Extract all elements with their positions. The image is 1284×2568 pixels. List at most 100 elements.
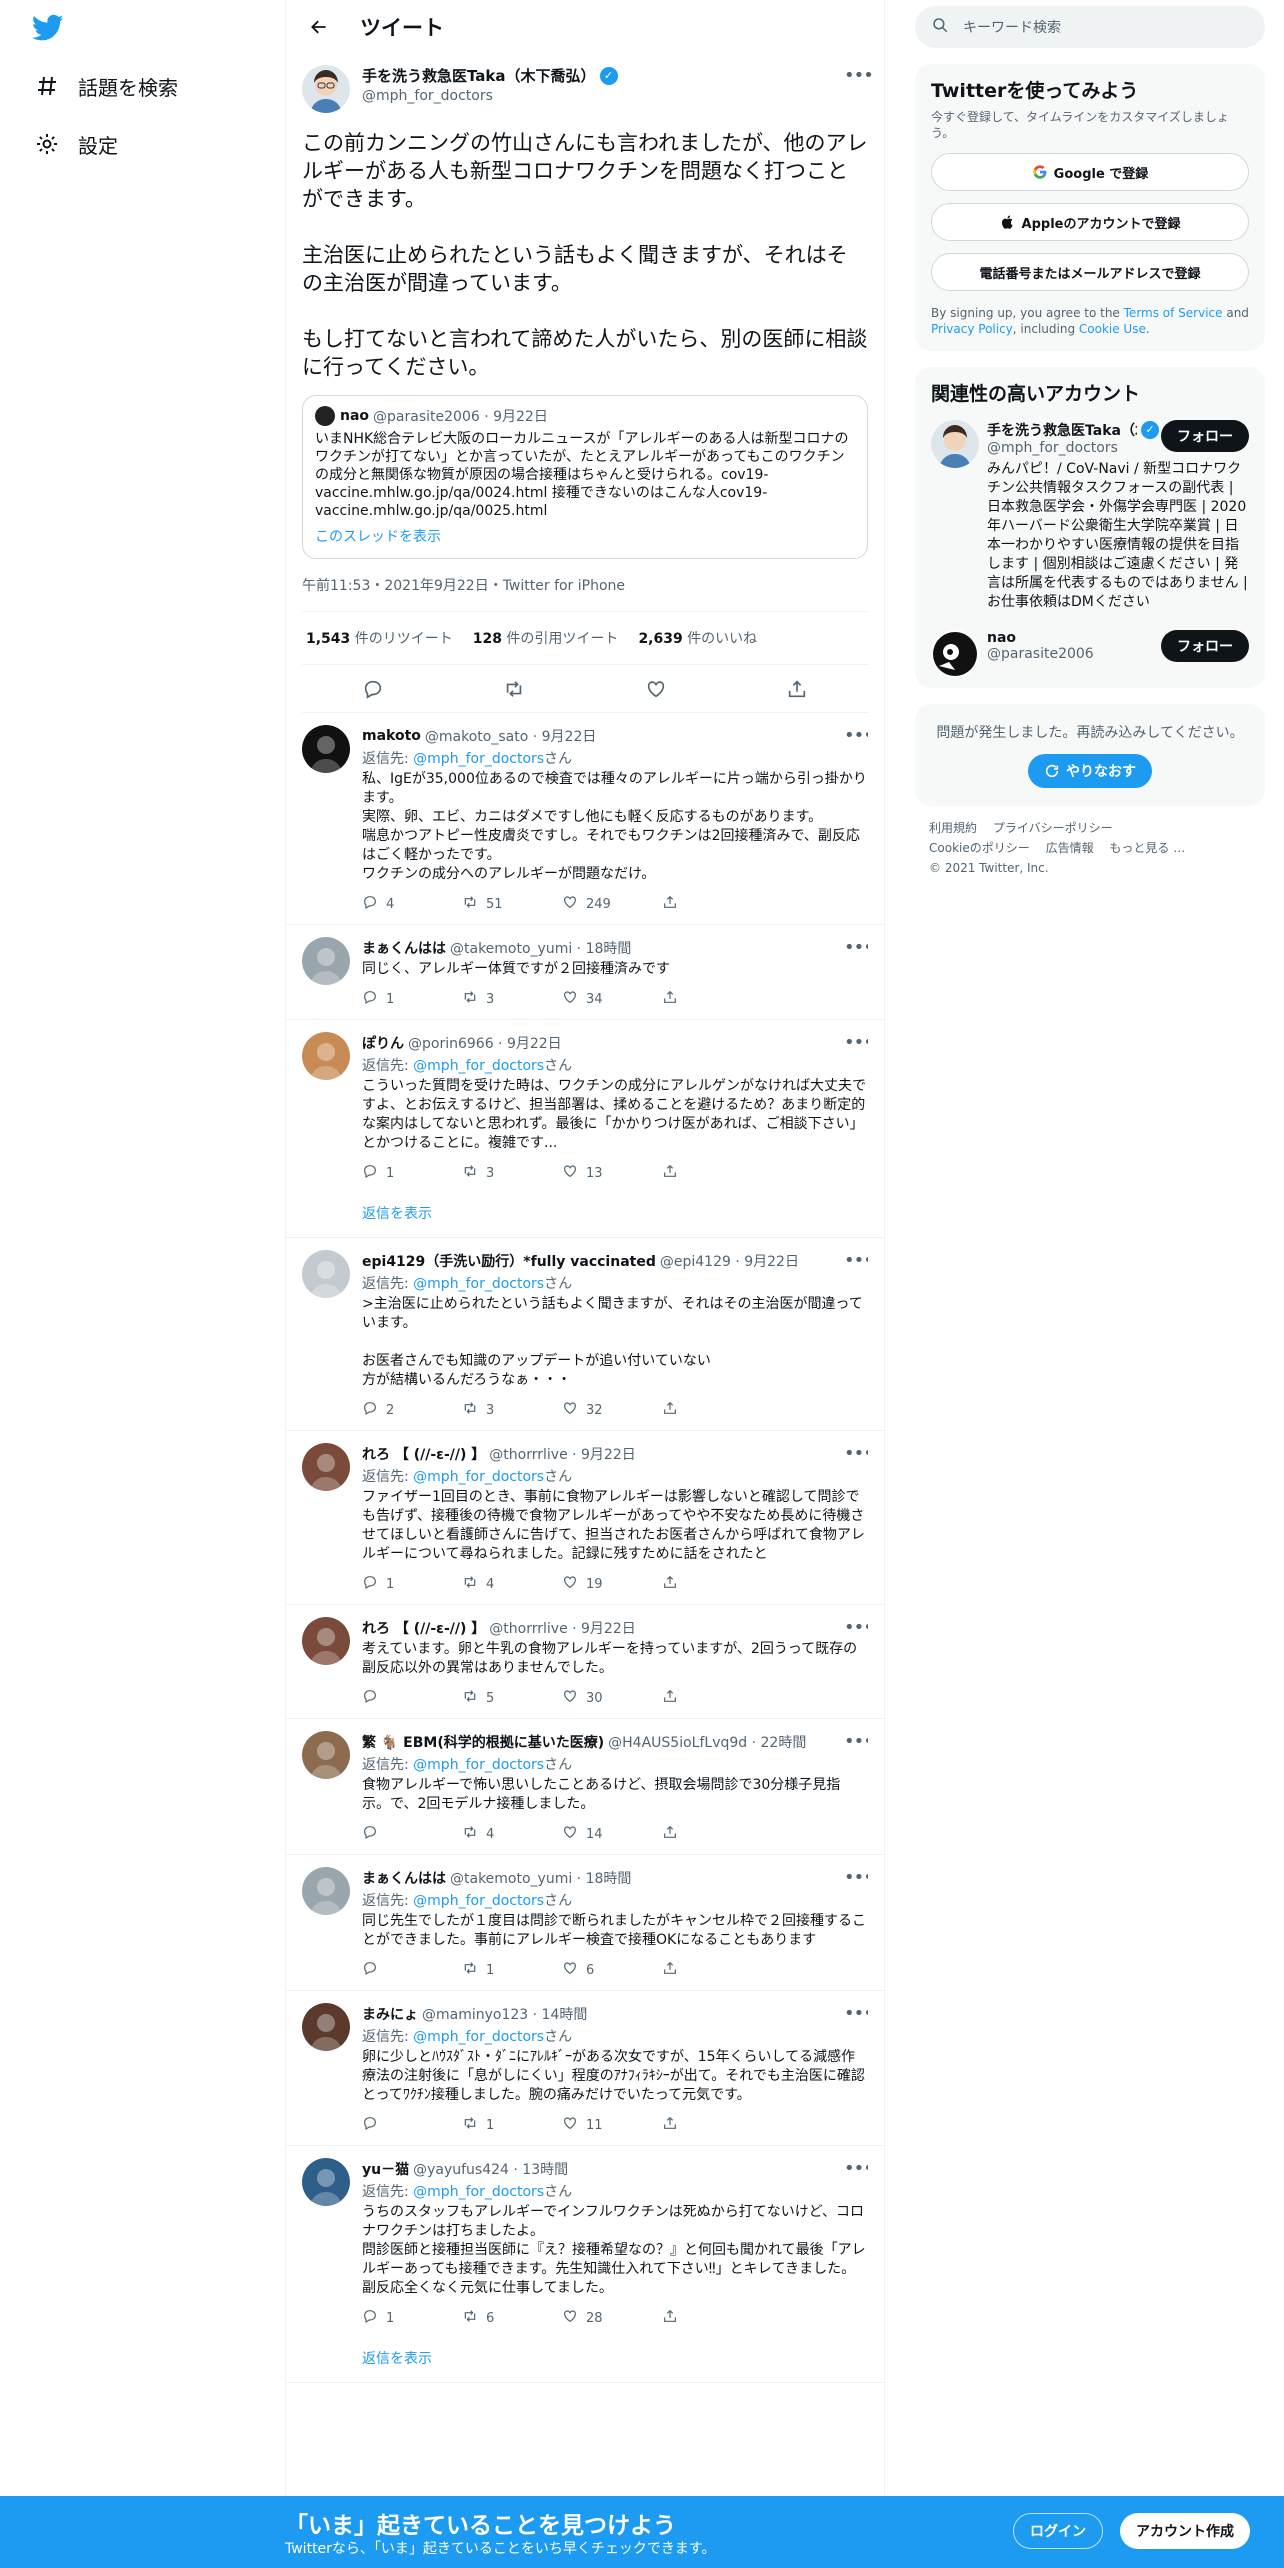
reply-to-handle[interactable]: @mph_for_doctors [413, 751, 544, 767]
heart-icon[interactable] [645, 678, 667, 700]
back-arrow-icon[interactable] [302, 10, 336, 44]
like-button[interactable]: 13 [562, 1163, 662, 1183]
like-button[interactable]: 14 [562, 1824, 662, 1844]
show-replies-link[interactable]: 返信を表示 [286, 2338, 884, 2383]
more-options-icon[interactable]: ••• [844, 1617, 868, 1638]
share-icon[interactable] [786, 678, 808, 700]
reply-icon[interactable] [362, 678, 384, 700]
account-item[interactable]: nao @parasite2006 フォロー [931, 630, 1249, 678]
like-button[interactable]: 34 [562, 989, 662, 1009]
reply-author-name[interactable]: まみにょ [362, 2004, 418, 2024]
reply-author-name[interactable]: makoto [362, 728, 421, 744]
like-count[interactable]: 2,639 件のいいね [638, 628, 757, 648]
reply-tweet[interactable]: ぽりん@porin6966 · 9月22日•••返信先: @mph_for_do… [286, 1020, 884, 1193]
reply-author-name[interactable]: れろ 【 (//-ε-//) 】 [362, 1618, 485, 1638]
reply-tweet[interactable]: まぁくんはは@takemoto_yumi · 18時間 ••• 同じく、アレルギー体… [286, 925, 884, 1020]
cookie-use-link[interactable]: Cookie Use [1079, 322, 1146, 336]
reply-to-handle[interactable]: @mph_for_doctors [413, 1757, 544, 1773]
retweet-count[interactable]: 1,543 件のリツイート [306, 628, 453, 648]
quoted-tweet[interactable]: nao @parasite2006 · 9月22日 いまNHK総合テレビ大阪のロ… [302, 395, 868, 559]
share-button[interactable] [662, 1960, 762, 1980]
avatar[interactable] [302, 1617, 350, 1665]
reply-tweet[interactable]: れろ 【 (//-ε-//) 】@thorrrlive · 9月22日•••返信… [286, 1431, 884, 1605]
footer-link[interactable]: 広告情報 [1046, 841, 1094, 855]
avatar[interactable] [302, 65, 350, 113]
like-button[interactable]: 19 [562, 1574, 662, 1594]
footer-link[interactable]: 利用規約 [929, 821, 977, 835]
like-button[interactable]: 6 [562, 1960, 662, 1980]
reply-button[interactable]: 2 [362, 1400, 462, 1420]
more-options-icon[interactable]: ••• [844, 2158, 868, 2179]
share-button[interactable] [662, 2308, 762, 2328]
reply-author-name[interactable]: まぁくんはは [362, 938, 446, 958]
like-button[interactable]: 249 [562, 894, 662, 914]
more-options-icon[interactable]: ••• [844, 1867, 868, 1888]
share-button[interactable] [662, 894, 762, 914]
reply-to-handle[interactable]: @mph_for_doctors [413, 1893, 544, 1909]
avatar[interactable] [302, 1867, 350, 1915]
more-options-icon[interactable]: ••• [844, 725, 868, 746]
retweet-button[interactable]: 3 [462, 989, 562, 1009]
privacy-policy-link[interactable]: Privacy Policy [931, 322, 1013, 336]
retweet-button[interactable]: 3 [462, 1400, 562, 1420]
avatar[interactable] [302, 725, 350, 773]
reply-to-handle[interactable]: @mph_for_doctors [413, 1276, 544, 1292]
google-signup-button[interactable]: Google で登録 [931, 153, 1249, 191]
reply-author-name[interactable]: epi4129（手洗い励行）*fully vaccinated [362, 1251, 656, 1271]
reply-tweet[interactable]: れろ 【 (//-ε-//) 】@thorrrlive · 9月22日 ••• 考え… [286, 1605, 884, 1719]
search-box[interactable]: キーワード検索 [915, 6, 1265, 48]
retweet-button[interactable]: 4 [462, 1574, 562, 1594]
follow-button[interactable]: フォロー [1161, 420, 1249, 452]
author-name[interactable]: 手を洗う救急医Taka（木下喬弘） [362, 65, 596, 86]
reply-author-name[interactable]: ぽりん [362, 1033, 404, 1053]
reply-tweet[interactable]: まぁくんはは@takemoto_yumi · 18時間•••返信先: @mph_… [286, 1855, 884, 1991]
footer-link[interactable]: Cookieのポリシー [929, 841, 1030, 855]
retweet-button[interactable]: 1 [462, 1960, 562, 1980]
author-handle[interactable]: @mph_for_doctors [362, 88, 844, 104]
reply-author-name[interactable]: まぁくんはは [362, 1868, 446, 1888]
more-options-icon[interactable]: ••• [844, 1731, 868, 1752]
avatar[interactable] [302, 1443, 350, 1491]
like-button[interactable]: 28 [562, 2308, 662, 2328]
more-options-icon[interactable]: ••• [844, 1250, 868, 1271]
reply-tweet[interactable]: 繁 🐐 EBM(科学的根拠に基いた医療) @H4AUS5ioLfLvq9d · 2… [286, 1719, 884, 1855]
reply-to-handle[interactable]: @mph_for_doctors [413, 1058, 544, 1074]
like-button[interactable]: 32 [562, 1400, 662, 1420]
reply-to-handle[interactable]: @mph_for_doctors [413, 2184, 544, 2200]
reply-button[interactable] [362, 2115, 462, 2135]
retweet-button[interactable]: 5 [462, 1688, 562, 1708]
avatar[interactable] [302, 1250, 350, 1298]
show-thread-link[interactable]: このスレッドを表示 [315, 526, 855, 546]
share-button[interactable] [662, 1824, 762, 1844]
nav-explore[interactable]: 話題を検索 [34, 64, 178, 108]
reply-button[interactable] [362, 1960, 462, 1980]
like-button[interactable]: 30 [562, 1688, 662, 1708]
reply-button[interactable]: 1 [362, 1574, 462, 1594]
retweet-button[interactable]: 51 [462, 894, 562, 914]
retweet-button[interactable]: 4 [462, 1824, 562, 1844]
retweet-icon[interactable] [503, 678, 525, 700]
reply-tweet[interactable]: yu－猫@yayufus424 · 13時間•••返信先: @mph_for_d… [286, 2146, 884, 2338]
more-options-icon[interactable]: ••• [844, 2003, 868, 2024]
retweet-button[interactable]: 3 [462, 1163, 562, 1183]
more-options-icon[interactable]: ••• [844, 1443, 868, 1464]
nav-settings[interactable]: 設定 [34, 122, 118, 166]
share-button[interactable] [662, 1574, 762, 1594]
more-options-icon[interactable]: ••• [844, 937, 868, 958]
retweet-button[interactable]: 6 [462, 2308, 562, 2328]
more-options-icon[interactable]: ••• [844, 65, 874, 86]
quote-count[interactable]: 128 件の引用ツイート [473, 628, 619, 648]
tweet-timestamp[interactable]: 午前11:53・2021年9月22日・Twitter for iPhone [302, 575, 868, 612]
reply-tweet[interactable]: epi4129（手洗い励行）*fully vaccinated @epi4129 … [286, 1238, 884, 1431]
reply-author-name[interactable]: yu－猫 [362, 2159, 409, 2179]
search-input[interactable]: キーワード検索 [963, 17, 1061, 37]
reply-button[interactable] [362, 1688, 462, 1708]
reply-button[interactable]: 4 [362, 894, 462, 914]
apple-signup-button[interactable]: Appleのアカウントで登録 [931, 203, 1249, 241]
retweet-button[interactable]: 1 [462, 2115, 562, 2135]
avatar[interactable] [931, 420, 979, 468]
reply-tweet[interactable]: まみにょ@maminyo123 · 14時間•••返信先: @mph_for_d… [286, 1991, 884, 2146]
footer-link[interactable]: もっと見る … [1109, 841, 1185, 855]
terms-of-service-link[interactable]: Terms of Service [1124, 306, 1223, 320]
share-button[interactable] [662, 1688, 762, 1708]
